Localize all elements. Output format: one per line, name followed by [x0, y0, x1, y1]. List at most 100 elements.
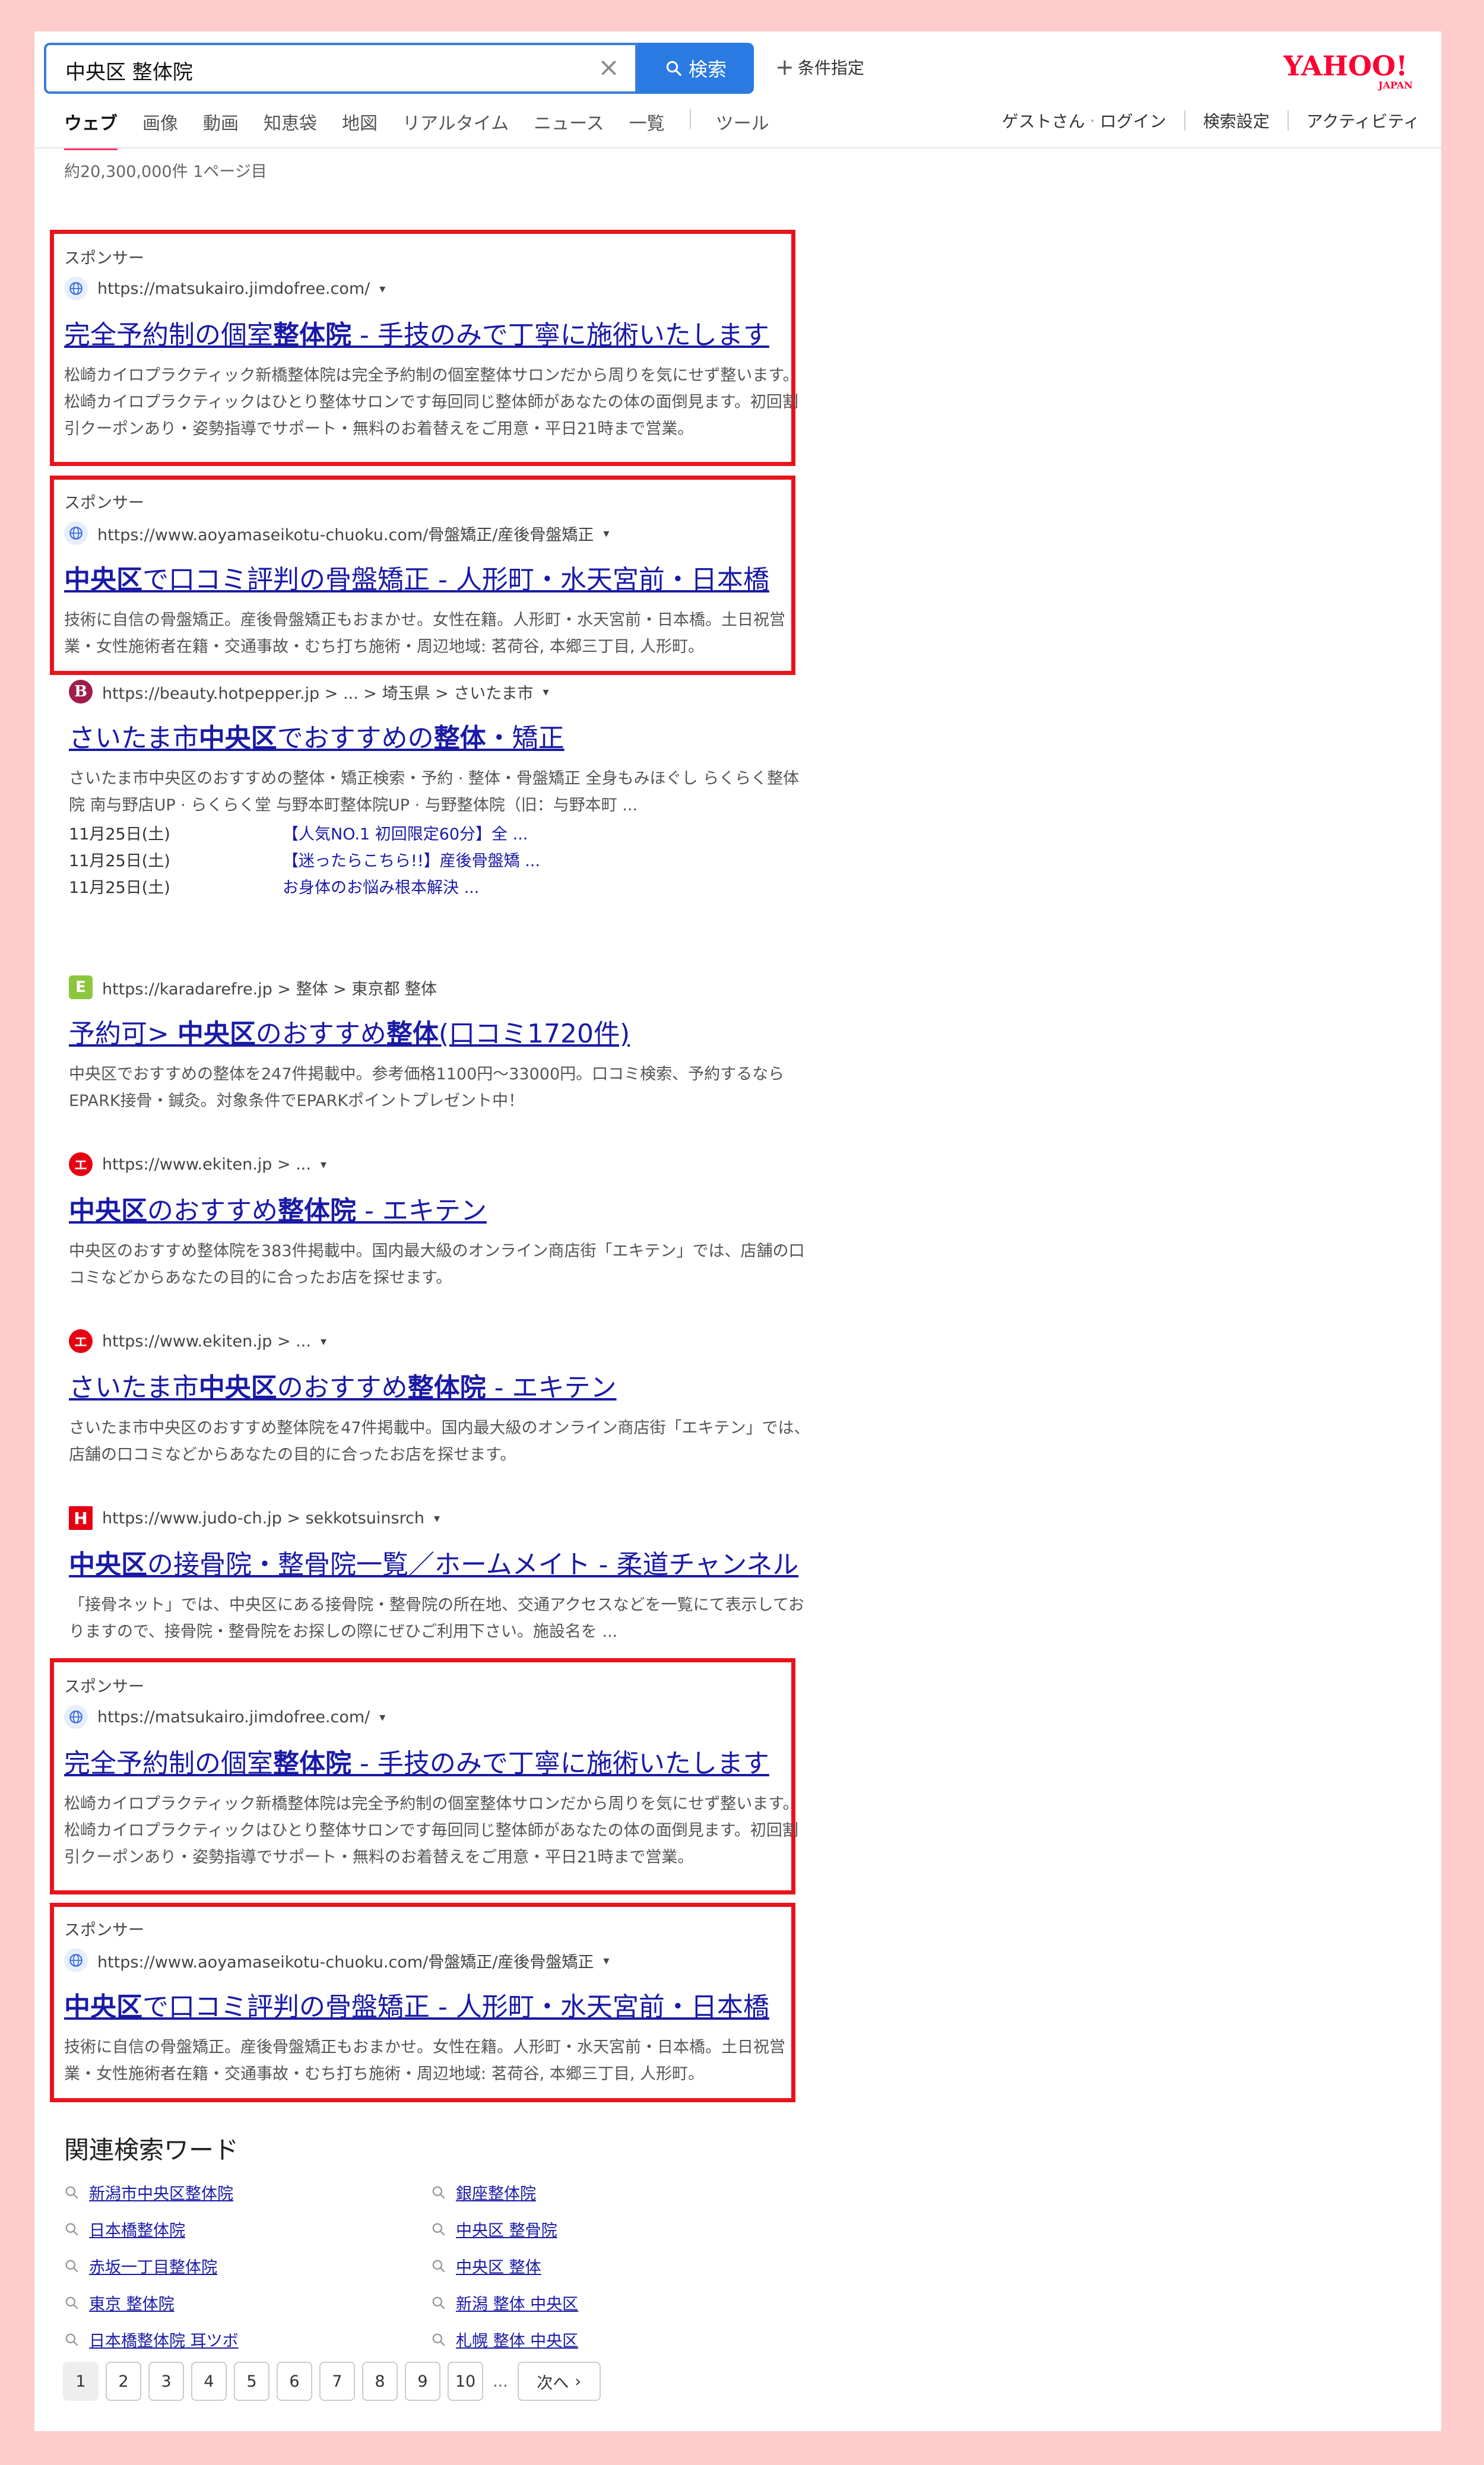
result-url[interactable]: エ https://www.ekiten.jp > ... ▾	[69, 1329, 841, 1353]
tab-images[interactable]: 画像	[142, 109, 178, 150]
url-text: https://www.aoyamaseikotu-chuoku.com/骨盤矯…	[97, 1953, 594, 1972]
result-title-link[interactable]: 完全予約制の個室整体院 - 手技のみで丁寧に施術いたします	[64, 1742, 836, 1780]
related-search-link[interactable]: 札幌 整体 中央区	[431, 2328, 578, 2351]
related-search-link[interactable]: 日本橋整体院	[64, 2217, 185, 2241]
tab-chiebukuro[interactable]: 知恵袋	[264, 109, 317, 150]
result-description: 技術に自信の骨盤矯正。産後骨盤矯正もおまかせ。女性在籍。人形町・水天宮前・日本橋…	[64, 611, 785, 656]
chevron-down-icon[interactable]: ▾	[603, 1953, 609, 1967]
related-search-link[interactable]: 中央区 整骨院	[431, 2217, 557, 2241]
sub-link-row: 11月25日(土) 【人気NO.1 初回限定60分】全 ...	[69, 821, 841, 848]
globe-icon	[64, 1705, 88, 1729]
tab-web[interactable]: ウェブ	[64, 109, 118, 150]
search-button-label: 検索	[688, 58, 727, 81]
result-title-link[interactable]: さいたま市中央区のおすすめ整体院 - エキテン	[69, 1366, 841, 1404]
result-title-link[interactable]: 中央区で口コミ評判の骨盤矯正 - 人形町・水天宮前・日本橋	[64, 1985, 836, 2023]
title-part: のおすすめ	[277, 1373, 408, 1403]
result-url[interactable]: https://www.aoyamaseikotu-chuoku.com/骨盤矯…	[64, 1948, 836, 1972]
url-text: https://matsukairo.jimdofree.com/	[97, 279, 370, 298]
chevron-down-icon[interactable]: ▾	[434, 1511, 440, 1525]
result-description: 中央区でおすすめの整体を247件掲載中。参考価格1100円〜33000円。口コミ…	[69, 1065, 785, 1110]
page-4[interactable]: 4	[191, 2362, 227, 2401]
related-search-link[interactable]: 東京 整体院	[64, 2291, 175, 2314]
sub-link[interactable]: お身体のお悩み根本解決 ...	[283, 875, 479, 901]
related-searches-title: 関連検索ワード	[64, 2136, 239, 2165]
page-3[interactable]: 3	[148, 2362, 184, 2401]
yahoo-japan-logo[interactable]: YAHOO! JAPAN	[1283, 49, 1420, 91]
login-link[interactable]: ログイン	[1100, 109, 1166, 132]
result-url[interactable]: https://matsukairo.jimdofree.com/ ▾	[64, 277, 836, 300]
page-1[interactable]: 1	[63, 2362, 99, 2401]
search-button[interactable]: 検索	[638, 43, 754, 94]
plus-icon: +	[775, 54, 794, 80]
ekiten-favicon-icon: エ	[69, 1152, 93, 1176]
chevron-down-icon[interactable]: ▾	[321, 1334, 326, 1348]
tab-video[interactable]: 動画	[203, 109, 239, 150]
globe-icon	[64, 1948, 88, 1972]
chevron-down-icon[interactable]: ▾	[321, 1157, 326, 1171]
title-part: さいたま市	[69, 723, 199, 753]
related-search-link[interactable]: 中央区 整体	[431, 2254, 541, 2277]
sub-link[interactable]: 【迷ったらこちら!!】産後骨盤矯 ...	[283, 848, 540, 875]
result-url[interactable]: B https://beauty.hotpepper.jp > ... > 埼玉…	[69, 680, 841, 704]
result-url[interactable]: E https://karadarefre.jp > 整体 > 東京都 整体	[69, 975, 841, 999]
tab-tools[interactable]: ツール	[716, 109, 769, 150]
result-url[interactable]: H https://www.judo-ch.jp > sekkotsuinsrc…	[69, 1506, 841, 1530]
chevron-down-icon[interactable]: ▾	[603, 526, 609, 540]
chevron-down-icon[interactable]: ▾	[379, 1710, 385, 1724]
globe-icon	[64, 277, 88, 300]
result-title-link[interactable]: 中央区で口コミ評判の骨盤矯正 - 人形町・水天宮前・日本橋	[64, 558, 836, 596]
result-url[interactable]: https://matsukairo.jimdofree.com/ ▾	[64, 1705, 836, 1729]
page-5[interactable]: 5	[234, 2362, 269, 2401]
sub-link[interactable]: 【人気NO.1 初回限定60分】全 ...	[283, 821, 528, 848]
related-search-link[interactable]: 日本橋整体院 耳ツボ	[64, 2328, 239, 2351]
title-part: のおすすめ	[255, 1019, 386, 1049]
related-search-link[interactable]: 新潟 整体 中央区	[431, 2291, 578, 2314]
conditions-label: 条件指定	[797, 58, 864, 78]
sponsor-label: スポンサー	[64, 1678, 144, 1696]
title-part: でおすすめの	[277, 723, 434, 753]
sponsored-result: スポンサー https://www.aoyamaseikotu-chuoku.c…	[64, 490, 836, 660]
result-title-link[interactable]: 予約可> 中央区のおすすめ整体(口コミ1720件)	[69, 1012, 841, 1050]
result-title-link[interactable]: 中央区のおすすめ整体院 - エキテン	[69, 1189, 841, 1227]
search-input[interactable]: 中央区 整体院	[65, 56, 193, 85]
result-url[interactable]: https://www.aoyamaseikotu-chuoku.com/骨盤矯…	[64, 521, 836, 545]
page-8[interactable]: 8	[362, 2362, 398, 2401]
conditions-link[interactable]: + 条件指定	[775, 55, 864, 79]
chevron-down-icon[interactable]: ▾	[543, 685, 549, 699]
page-2[interactable]: 2	[106, 2362, 141, 2401]
guest-label: ゲストさん	[1001, 112, 1085, 131]
search-settings-link[interactable]: 検索設定	[1203, 109, 1270, 132]
sub-links: 11月25日(土) 【人気NO.1 初回限定60分】全 ... 11月25日(土)…	[69, 821, 841, 901]
title-part-bold: 整体院	[278, 1196, 356, 1226]
tab-realtime[interactable]: リアルタイム	[402, 109, 509, 150]
dot-separator: ·	[1089, 110, 1095, 131]
search-box[interactable]: 中央区 整体院 ×	[44, 43, 638, 94]
search-icon	[65, 2186, 78, 2199]
tab-news[interactable]: ニュース	[534, 109, 604, 150]
title-part-bold: 整体院	[273, 320, 351, 350]
related-search-link[interactable]: 赤坂一丁目整体院	[64, 2254, 217, 2277]
title-part-bold: 整体	[433, 723, 486, 753]
tab-list[interactable]: 一覧	[629, 109, 665, 150]
title-part: - 手技のみで丁寧に施術いたします	[351, 320, 769, 350]
title-part: (口コミ1720件)	[438, 1019, 630, 1049]
activity-link[interactable]: アクティビティ	[1307, 109, 1420, 132]
page-6[interactable]: 6	[277, 2362, 312, 2401]
page-10[interactable]: 10	[448, 2362, 483, 2401]
ekiten-favicon-icon: エ	[69, 1329, 93, 1353]
result-title-link[interactable]: 完全予約制の個室整体院 - 手技のみで丁寧に施術いたします	[64, 313, 836, 351]
next-label: 次へ	[537, 2374, 569, 2393]
page-9[interactable]: 9	[405, 2362, 440, 2401]
chevron-down-icon[interactable]: ▾	[379, 281, 385, 296]
page-7[interactable]: 7	[319, 2362, 355, 2401]
result-title-link[interactable]: さいたま市中央区でおすすめの整体・矯正	[69, 717, 841, 755]
title-part-bold: 中央区	[198, 723, 277, 753]
related-search-link[interactable]: 銀座整体院	[431, 2181, 536, 2204]
related-search-link[interactable]: 新潟市中央区整体院	[64, 2181, 233, 2204]
result-title-link[interactable]: 中央区の接骨院・整骨院一覧／ホームメイト - 柔道チャンネル	[69, 1543, 841, 1581]
tab-map[interactable]: 地図	[342, 109, 378, 150]
result-url[interactable]: エ https://www.ekiten.jp > ... ▾	[69, 1152, 841, 1176]
clear-icon[interactable]: ×	[598, 52, 620, 83]
sub-link-row: 11月25日(土) 【迷ったらこちら!!】産後骨盤矯 ...	[69, 848, 841, 875]
next-page-button[interactable]: 次へ ›	[517, 2362, 601, 2401]
